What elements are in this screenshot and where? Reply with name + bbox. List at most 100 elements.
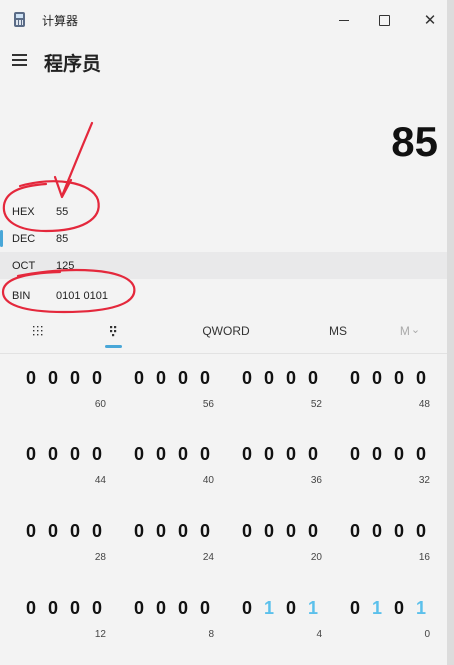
bit-toggle[interactable]: 0: [284, 368, 298, 389]
minimize-button[interactable]: [324, 6, 364, 34]
bit-nibble: 0 0 0 0 48: [348, 355, 430, 415]
window-title: 计算器: [42, 14, 79, 28]
bit-toggle[interactable]: 0: [154, 444, 168, 465]
bit-position-label: 56: [202, 399, 214, 410]
chevron-down-icon: ⌄: [410, 323, 421, 336]
bit-toggle[interactable]: 0: [90, 598, 104, 619]
bit-toggle[interactable]: 0: [306, 444, 320, 465]
bit-toggle[interactable]: 0: [68, 444, 82, 465]
bit-toggle[interactable]: 0: [262, 521, 276, 542]
bit-position-label: 40: [202, 475, 214, 486]
bit-toggle[interactable]: 0: [90, 368, 104, 389]
bit-toggle[interactable]: 0: [370, 521, 384, 542]
bit-position-label: 36: [310, 475, 322, 486]
bit-toggle[interactable]: 0: [414, 368, 428, 389]
bit-toggle[interactable]: 0: [198, 444, 212, 465]
bit-toggle[interactable]: 0: [176, 444, 190, 465]
bit-toggle[interactable]: 0: [24, 368, 38, 389]
bit-toggle[interactable]: 0: [306, 368, 320, 389]
bit-toggle[interactable]: 0: [176, 598, 190, 619]
bit-nibble: 0 0 0 0 44: [24, 431, 106, 491]
bit-toggle[interactable]: 0: [24, 444, 38, 465]
bit-toggle[interactable]: 0: [392, 598, 406, 619]
bit-toggle[interactable]: 0: [90, 521, 104, 542]
bit-toggle[interactable]: 0: [176, 368, 190, 389]
bit-toggle[interactable]: 0: [46, 368, 60, 389]
bit-toggle[interactable]: 0: [262, 368, 276, 389]
memory-store-button[interactable]: MS: [320, 314, 356, 348]
memory-dropdown-button[interactable]: M ⌄: [395, 314, 425, 348]
bit-toggle[interactable]: 0: [348, 368, 362, 389]
bit-toggle[interactable]: 0: [370, 444, 384, 465]
bit-toggle[interactable]: 0: [240, 444, 254, 465]
bit-toggle[interactable]: 1: [414, 598, 428, 619]
radix-row-oct[interactable]: OCT 125: [0, 252, 447, 279]
bit-nibble: 01010: [348, 585, 430, 645]
bit-toggle[interactable]: 0: [90, 444, 104, 465]
bit-toggle[interactable]: 0: [154, 521, 168, 542]
bit-position-label: 28: [94, 552, 106, 563]
bit-toggle[interactable]: 0: [348, 598, 362, 619]
full-keypad-icon[interactable]: [24, 314, 52, 348]
bit-toggle[interactable]: 0: [46, 598, 60, 619]
bit-toggle[interactable]: 0: [198, 598, 212, 619]
bit-toggle[interactable]: 0: [240, 521, 254, 542]
bit-toggle[interactable]: 0: [284, 444, 298, 465]
bit-toggle[interactable]: 0: [132, 598, 146, 619]
radix-row-hex[interactable]: HEX 55: [0, 198, 447, 225]
bit-position-label: 48: [418, 399, 430, 410]
bit-toggle[interactable]: 0: [176, 521, 190, 542]
bit-nibble: 01014: [240, 585, 322, 645]
minimize-icon: [339, 19, 349, 21]
bit-toggle-keypad-icon[interactable]: [100, 314, 128, 348]
bit-toggle[interactable]: 0: [262, 444, 276, 465]
bit-toggle[interactable]: 0: [198, 368, 212, 389]
bit-toggle[interactable]: 1: [262, 598, 276, 619]
bit-position-label: 32: [418, 475, 430, 486]
radix-label-oct: OCT: [12, 260, 36, 272]
hamburger-menu-icon[interactable]: [12, 52, 30, 68]
bit-position-label: 8: [208, 629, 214, 640]
close-icon: ✕: [423, 11, 437, 29]
annotation-arrow: [60, 121, 94, 198]
bit-toggle[interactable]: 0: [240, 598, 254, 619]
bit-toggle[interactable]: 0: [348, 521, 362, 542]
bit-toggle[interactable]: 0: [348, 444, 362, 465]
active-keypad-indicator: [105, 345, 122, 348]
bit-toggle[interactable]: 0: [284, 598, 298, 619]
bit-toggle[interactable]: 0: [132, 444, 146, 465]
memory-dropdown-label: M: [399, 324, 410, 338]
bit-toggle[interactable]: 0: [306, 521, 320, 542]
bit-toggle[interactable]: 0: [68, 598, 82, 619]
bit-toggle[interactable]: 0: [132, 521, 146, 542]
bit-toggle[interactable]: 0: [370, 368, 384, 389]
result-display: 85: [391, 118, 438, 165]
bit-nibble: 0 0 0 0 20: [240, 508, 322, 568]
bit-toggle[interactable]: 0: [46, 444, 60, 465]
bit-toggle[interactable]: 0: [392, 521, 406, 542]
maximize-button[interactable]: [364, 6, 404, 34]
radix-label-hex: HEX: [12, 206, 35, 218]
bit-toggle[interactable]: 0: [154, 598, 168, 619]
radix-row-bin[interactable]: BIN 0101 0101: [0, 282, 447, 309]
bit-toggle[interactable]: 1: [370, 598, 384, 619]
bit-toggle[interactable]: 0: [68, 368, 82, 389]
bit-toggle[interactable]: 0: [24, 521, 38, 542]
word-size-button[interactable]: QWORD: [196, 314, 256, 348]
bit-toggle[interactable]: 0: [284, 521, 298, 542]
bit-toggle[interactable]: 0: [414, 444, 428, 465]
bit-toggle[interactable]: 1: [306, 598, 320, 619]
bit-toggle[interactable]: 0: [392, 368, 406, 389]
bit-toggle[interactable]: 0: [24, 598, 38, 619]
bit-toggle[interactable]: 0: [240, 368, 254, 389]
bit-toggle[interactable]: 0: [154, 368, 168, 389]
bit-toggle[interactable]: 0: [46, 521, 60, 542]
bit-toggle[interactable]: 0: [414, 521, 428, 542]
radix-row-dec[interactable]: DEC 85: [0, 225, 447, 252]
close-button[interactable]: ✕: [410, 6, 450, 34]
bit-nibble: 0 0 0 0 56: [132, 355, 214, 415]
bit-toggle[interactable]: 0: [392, 444, 406, 465]
bit-toggle[interactable]: 0: [68, 521, 82, 542]
bit-toggle[interactable]: 0: [132, 368, 146, 389]
bit-toggle[interactable]: 0: [198, 521, 212, 542]
